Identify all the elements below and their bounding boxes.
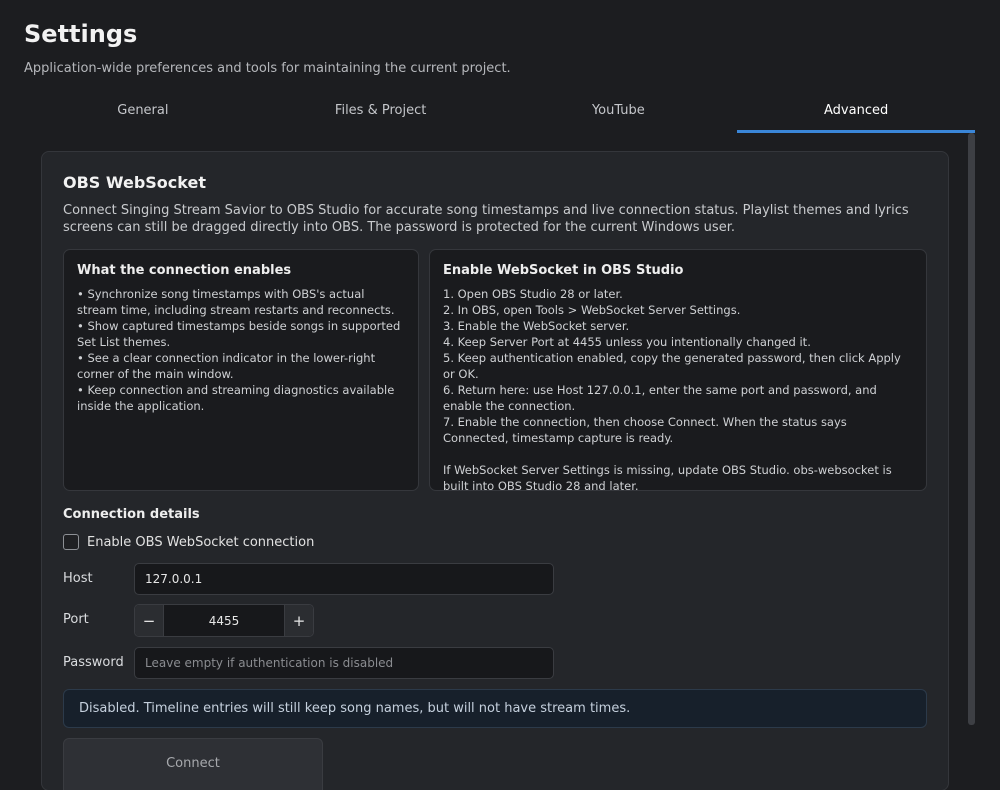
- page-title: Settings: [24, 20, 138, 48]
- step-line: 4. Keep Server Port at 4455 unless you i…: [443, 335, 811, 349]
- setup-steps-box: Enable WebSocket in OBS Studio 1. Open O…: [429, 249, 927, 493]
- enables-line: • Synchronize song timestamps with OBS's…: [77, 287, 395, 317]
- connection-details-heading: Connection details: [63, 507, 200, 522]
- enables-heading: What the connection enables: [77, 263, 292, 278]
- step-line: 2. In OBS, open Tools > WebSocket Server…: [443, 303, 741, 317]
- tab-bar: General Files & Project YouTube Advanced: [24, 94, 975, 133]
- card-title: OBS WebSocket: [63, 173, 206, 192]
- connect-button[interactable]: Connect: [63, 738, 323, 790]
- step-line: 7. Enable the connection, then choose Co…: [443, 415, 847, 445]
- host-label: Host: [63, 571, 93, 586]
- vertical-scrollbar[interactable]: [968, 133, 975, 725]
- card-description: Connect Singing Stream Savior to OBS Stu…: [63, 203, 909, 235]
- password-input[interactable]: [134, 647, 554, 679]
- port-increment-button[interactable]: +: [284, 605, 313, 636]
- obs-websocket-card: OBS WebSocket Connect Singing Stream Sav…: [41, 151, 949, 790]
- password-label: Password: [63, 655, 124, 670]
- enable-connection-checkbox[interactable]: [63, 534, 79, 550]
- tab-general[interactable]: General: [24, 94, 262, 133]
- enables-line: • Show captured timestamps beside songs …: [77, 319, 401, 349]
- page-subtitle: Application-wide preferences and tools f…: [24, 61, 511, 76]
- enable-connection-label: Enable OBS WebSocket connection: [87, 534, 315, 550]
- port-stepper: − 4455 +: [134, 604, 314, 637]
- tab-youtube[interactable]: YouTube: [500, 94, 738, 133]
- tab-advanced[interactable]: Advanced: [737, 94, 975, 133]
- port-decrement-button[interactable]: −: [135, 605, 164, 636]
- step-line: 5. Keep authentication enabled, copy the…: [443, 351, 901, 381]
- step-line: 1. Open OBS Studio 28 or later.: [443, 287, 623, 301]
- settings-page: Settings Application-wide preferences an…: [0, 0, 1000, 790]
- enables-line: • See a clear connection indicator in th…: [77, 351, 376, 381]
- host-input[interactable]: [134, 563, 554, 595]
- steps-note: If WebSocket Server Settings is missing,…: [443, 463, 892, 493]
- connection-status-text: Disabled. Timeline entries will still ke…: [79, 701, 631, 716]
- enables-info-box: What the connection enables • Synchroniz…: [63, 249, 419, 491]
- port-value[interactable]: 4455: [164, 614, 284, 628]
- enables-line: • Keep connection and streaming diagnost…: [77, 383, 395, 413]
- steps-heading: Enable WebSocket in OBS Studio: [443, 263, 684, 278]
- enable-connection-toggle[interactable]: Enable OBS WebSocket connection: [63, 532, 314, 552]
- step-line: 6. Return here: use Host 127.0.0.1, ente…: [443, 383, 877, 413]
- step-line: 3. Enable the WebSocket server.: [443, 319, 630, 333]
- port-label: Port: [63, 612, 89, 627]
- tab-files-project[interactable]: Files & Project: [262, 94, 500, 133]
- connection-status-box: Disabled. Timeline entries will still ke…: [63, 689, 927, 728]
